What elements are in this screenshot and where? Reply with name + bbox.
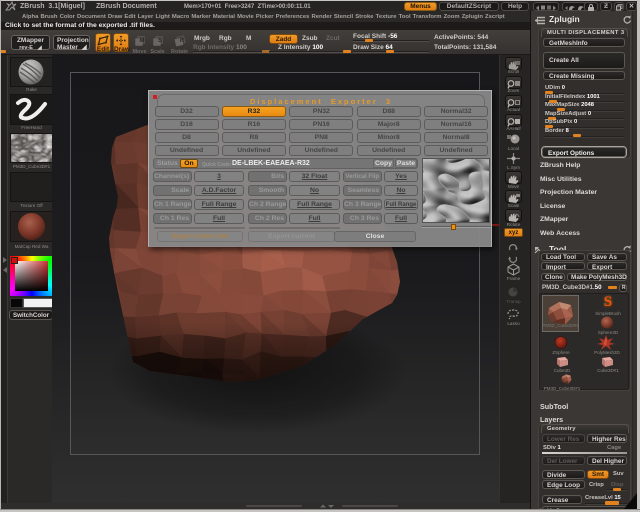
svg-text:R: R bbox=[179, 38, 184, 44]
svg-text:S: S bbox=[158, 38, 162, 44]
svg-text:M: M bbox=[140, 38, 145, 44]
